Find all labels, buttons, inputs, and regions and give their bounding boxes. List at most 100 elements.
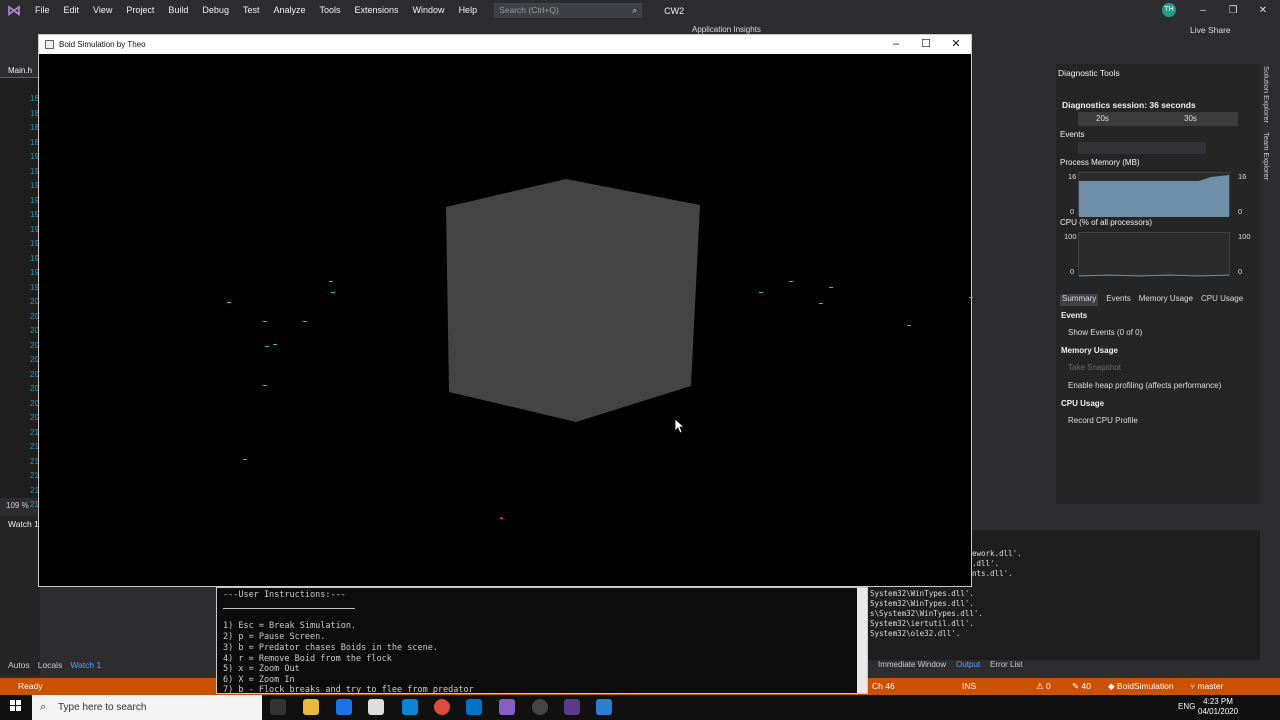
memory-chart-svg bbox=[1079, 175, 1229, 217]
tab-locals[interactable]: Locals bbox=[38, 660, 63, 674]
boid bbox=[819, 303, 823, 304]
watch-panel: Watch 1 bbox=[0, 516, 40, 676]
search-icon: ⌕ bbox=[40, 701, 47, 713]
editor-tab-main-h[interactable]: Main.h bbox=[0, 64, 40, 78]
output-line: System32\WinTypes.dll'. bbox=[870, 589, 974, 598]
close-icon[interactable]: ✕ bbox=[941, 35, 971, 54]
tab-summary[interactable]: Summary bbox=[1060, 294, 1099, 306]
menu-view[interactable]: View bbox=[86, 0, 119, 21]
minimize-icon[interactable]: – bbox=[1188, 0, 1218, 21]
memory-axis-max-right: 16 bbox=[1238, 172, 1247, 181]
mouse-cursor-icon bbox=[675, 419, 685, 433]
watch-title: Watch 1 bbox=[8, 519, 39, 529]
memory-section-label: Process Memory (MB) bbox=[1060, 158, 1140, 167]
tab-events[interactable]: Events bbox=[1106, 294, 1130, 306]
menu-extensions[interactable]: Extensions bbox=[348, 0, 406, 21]
tab-cpu-usage[interactable]: CPU Usage bbox=[1201, 294, 1243, 306]
vs-search-placeholder: Search (Ctrl+Q) bbox=[499, 5, 559, 15]
events-section-label: Events bbox=[1060, 130, 1085, 139]
git-branch[interactable]: ⑂ master bbox=[1190, 678, 1223, 695]
console-divider bbox=[223, 608, 355, 609]
app-icon bbox=[45, 40, 54, 49]
tab-error-list[interactable]: Error List bbox=[990, 660, 1022, 674]
timeline-ruler[interactable]: 20s 30s bbox=[1078, 112, 1238, 126]
language-indicator[interactable]: ENG bbox=[1178, 702, 1195, 711]
code-editor[interactable]: 18 18 18 18 19 19 19 19 19 19 19 19 19 19 20 20 20 20 20 20… bbox=[0, 78, 40, 509]
project-name[interactable]: ◆ BoidSimulation bbox=[1108, 678, 1174, 695]
vs-menubar: ⋈ File Edit View Project Build Debug Tes… bbox=[0, 0, 1280, 21]
show-events-link[interactable]: Show Events (0 of 0) bbox=[1068, 328, 1142, 337]
events-heading: Events bbox=[1061, 311, 1088, 320]
avatar[interactable]: TH bbox=[1162, 3, 1176, 17]
warning-count-value: 40 bbox=[1081, 681, 1091, 691]
diagnostic-tabs: Summary Events Memory Usage CPU Usage bbox=[1056, 294, 1260, 306]
tab-memory-usage[interactable]: Memory Usage bbox=[1139, 294, 1193, 306]
console-line: 5) x = Zoom Out bbox=[223, 664, 300, 674]
simulation-canvas[interactable] bbox=[39, 54, 973, 586]
maximize-icon[interactable]: ☐ bbox=[911, 35, 941, 54]
minimize-icon[interactable]: – bbox=[881, 35, 911, 54]
menu-edit[interactable]: Edit bbox=[57, 0, 87, 21]
take-snapshot-button[interactable]: Take Snapshot bbox=[1068, 363, 1121, 372]
boid bbox=[829, 287, 833, 288]
menu-file[interactable]: File bbox=[28, 0, 57, 21]
cpu-usage-heading: CPU Usage bbox=[1061, 399, 1105, 408]
menu-debug[interactable]: Debug bbox=[195, 0, 236, 21]
restore-icon[interactable]: ❐ bbox=[1218, 0, 1248, 21]
console-scrollbar[interactable] bbox=[857, 588, 867, 693]
solution-name: CW2 bbox=[664, 5, 685, 16]
console-header: ---User Instructions:--- bbox=[223, 590, 346, 600]
enable-heap-profiling-checkbox[interactable]: Enable heap profiling (affects performan… bbox=[1068, 381, 1221, 390]
store-icon[interactable] bbox=[336, 699, 352, 715]
windows-taskbar: ⌕ Type here to search ENG 4:23 PM 04/01/… bbox=[0, 695, 1280, 720]
mail-icon[interactable] bbox=[368, 699, 384, 715]
tab-immediate-window[interactable]: Immediate Window bbox=[878, 660, 946, 674]
menu-help[interactable]: Help bbox=[452, 0, 485, 21]
skype-icon[interactable] bbox=[402, 699, 418, 715]
warning-count[interactable]: ✎ 40 bbox=[1072, 678, 1091, 695]
record-cpu-profile-button[interactable]: Record CPU Profile bbox=[1068, 416, 1138, 425]
live-share-button[interactable]: Live Share bbox=[1190, 25, 1231, 35]
menu-tools[interactable]: Tools bbox=[313, 0, 348, 21]
chrome-icon[interactable] bbox=[434, 699, 450, 715]
tab-autos[interactable]: Autos bbox=[8, 660, 30, 674]
team-explorer-side-tab[interactable]: Team Explorer bbox=[1262, 132, 1271, 180]
console-window[interactable]: ---User Instructions:--- 1) Esc = Break … bbox=[216, 587, 868, 694]
boid bbox=[759, 292, 763, 293]
application-insights-button[interactable]: Application Insights bbox=[692, 25, 761, 34]
cpu-axis-max-right: 100 bbox=[1238, 232, 1251, 241]
unity-icon[interactable] bbox=[532, 699, 548, 715]
terminal-icon[interactable] bbox=[564, 699, 580, 715]
outlook-icon[interactable] bbox=[466, 699, 482, 715]
windows-start-icon[interactable] bbox=[10, 700, 22, 712]
file-explorer-icon[interactable] bbox=[303, 699, 319, 715]
system-clock[interactable]: 4:23 PM 04/01/2020 bbox=[1198, 697, 1238, 717]
error-count[interactable]: ⚠ 0 bbox=[1036, 678, 1051, 695]
diagnostics-session: Diagnostics session: 36 seconds bbox=[1062, 100, 1196, 110]
menu-analyze[interactable]: Analyze bbox=[266, 0, 312, 21]
zoom-level[interactable]: 109 % bbox=[6, 501, 29, 510]
memory-axis-min-right: 0 bbox=[1238, 207, 1243, 216]
vs-search-input[interactable]: Search (Ctrl+Q) ⌕ bbox=[494, 3, 643, 18]
memory-axis-min-left: 0 bbox=[1070, 207, 1075, 216]
memory-area bbox=[1079, 175, 1229, 217]
solution-explorer-side-tab[interactable]: Solution Explorer bbox=[1262, 66, 1271, 123]
boid-simulation-window[interactable]: Boid Simulation by Theo – ☐ ✕ bbox=[38, 34, 973, 587]
diagnostic-tools-panel: Diagnostic Tools Diagnostics session: 36… bbox=[1056, 64, 1260, 504]
diagnostic-tools-title: Diagnostic Tools bbox=[1058, 68, 1120, 78]
boid-simulation-taskbar-icon[interactable] bbox=[596, 699, 612, 715]
menu-project[interactable]: Project bbox=[119, 0, 161, 21]
task-view-icon[interactable] bbox=[270, 699, 286, 715]
menu-test[interactable]: Test bbox=[236, 0, 267, 21]
menu-build[interactable]: Build bbox=[161, 0, 195, 21]
taskbar-search-input[interactable]: ⌕ Type here to search bbox=[32, 695, 262, 720]
tab-watch-1[interactable]: Watch 1 bbox=[70, 660, 101, 674]
tab-output[interactable]: Output bbox=[956, 660, 980, 674]
menu-window[interactable]: Window bbox=[406, 0, 452, 21]
close-icon[interactable]: ✕ bbox=[1248, 0, 1278, 21]
cpu-chart bbox=[1078, 232, 1230, 277]
boid bbox=[227, 302, 231, 303]
visual-studio-icon[interactable] bbox=[499, 699, 515, 715]
boid-window-titlebar[interactable]: Boid Simulation by Theo – ☐ ✕ bbox=[39, 35, 971, 54]
boid bbox=[263, 385, 267, 386]
